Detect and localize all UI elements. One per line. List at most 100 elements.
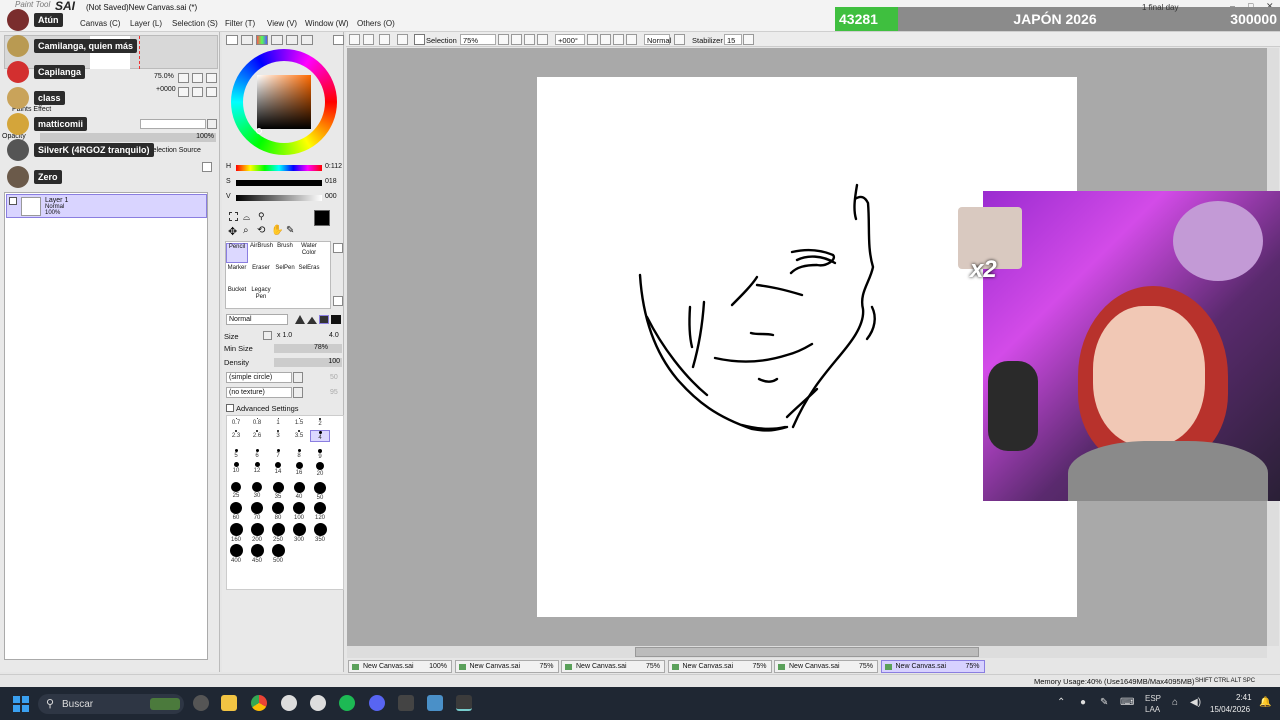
tool-eraser[interactable]: Eraser bbox=[250, 265, 272, 285]
input-language[interactable]: ESP bbox=[1145, 694, 1161, 703]
swatches-tab[interactable] bbox=[286, 35, 298, 45]
tool-grid-scroll-down[interactable] bbox=[333, 296, 343, 306]
color-mixer-tab[interactable] bbox=[271, 35, 283, 45]
brush-size-option[interactable]: 5 bbox=[226, 449, 246, 459]
color-sliders-tab[interactable] bbox=[241, 35, 253, 45]
brush-size-option[interactable]: 10 bbox=[226, 462, 246, 474]
navigator-rotate-right-button[interactable] bbox=[192, 87, 203, 97]
tool-water-color[interactable]: Water Color bbox=[298, 243, 320, 263]
tool-selpen[interactable]: SelPen bbox=[274, 265, 296, 285]
paint-tool-sai-icon[interactable] bbox=[456, 695, 472, 711]
menu-canvas[interactable]: Canvas (C) bbox=[80, 19, 120, 28]
hue-slider[interactable] bbox=[236, 165, 322, 171]
navigator-zoom-in-button[interactable] bbox=[192, 73, 203, 83]
brush-size-option[interactable]: 16 bbox=[289, 462, 309, 476]
clock-date[interactable]: 15/04/2026 bbox=[1210, 705, 1250, 714]
brush-size-option[interactable]: 40 bbox=[289, 482, 309, 500]
flip-button[interactable] bbox=[626, 34, 637, 45]
brush-size-option[interactable]: 500 bbox=[268, 544, 288, 564]
brush-size-option[interactable]: 250 bbox=[268, 523, 288, 543]
brush-edge-selected-icon[interactable] bbox=[319, 315, 329, 324]
size-multiplier-button[interactable] bbox=[263, 331, 272, 340]
brush-size-option[interactable]: 160 bbox=[226, 523, 246, 543]
density-slider[interactable]: 100 bbox=[274, 358, 342, 367]
pen-icon[interactable]: ✎ bbox=[1100, 697, 1108, 708]
menu-window[interactable]: Window (W) bbox=[305, 19, 349, 28]
menu-selection[interactable]: Selection (S) bbox=[172, 19, 218, 28]
document-tab[interactable]: New Canvas.sai 75% bbox=[774, 660, 878, 673]
horizontal-scroll-thumb[interactable] bbox=[635, 647, 979, 657]
invert-selection-button[interactable] bbox=[379, 34, 390, 45]
notification-icon[interactable]: 🔔 bbox=[1259, 697, 1271, 708]
eyedropper-icon[interactable]: ✎ bbox=[286, 225, 294, 236]
menu-view[interactable]: View (V) bbox=[267, 19, 297, 28]
brush-size-option[interactable]: 35 bbox=[268, 482, 288, 500]
value-slider[interactable] bbox=[236, 195, 322, 201]
min-size-slider[interactable]: 78% bbox=[274, 344, 342, 353]
brush-size-option[interactable]: 60 bbox=[226, 502, 246, 521]
navigator-rotate-left-button[interactable] bbox=[178, 87, 189, 97]
clock-time[interactable]: 2:41 bbox=[1236, 693, 1252, 702]
brush-size-option[interactable]: 0.8 bbox=[247, 418, 267, 426]
brush-size-option[interactable]: 14 bbox=[268, 462, 288, 475]
tool-airbrush[interactable]: AirBrush bbox=[250, 243, 273, 263]
tool-marker[interactable]: Marker bbox=[226, 265, 248, 285]
document-tab[interactable]: New Canvas.sai 75% bbox=[667, 660, 772, 673]
brush-size-option[interactable]: 2.6 bbox=[247, 430, 267, 439]
copilot-icon[interactable] bbox=[193, 695, 209, 711]
navigator-zoom-out-button[interactable] bbox=[178, 73, 189, 83]
brush-size-option[interactable]: 4 bbox=[310, 430, 330, 442]
layer-mode-select[interactable] bbox=[140, 119, 206, 129]
settings-icon[interactable] bbox=[281, 695, 297, 711]
brush-size-option[interactable]: 0.7 bbox=[226, 418, 246, 426]
brush-size-option[interactable]: 8 bbox=[289, 449, 309, 459]
advanced-settings-toggle[interactable] bbox=[226, 404, 234, 412]
color-wheel-tab[interactable] bbox=[226, 35, 238, 45]
stabilizer-dropdown-button[interactable] bbox=[743, 34, 754, 45]
deselect-button[interactable] bbox=[363, 34, 374, 45]
volume-icon[interactable]: ◀) bbox=[1190, 697, 1201, 708]
document-tab[interactable]: New Canvas.sai 75% bbox=[880, 660, 985, 673]
brush-size-option[interactable]: 350 bbox=[310, 523, 330, 543]
move-icon[interactable]: ✥ bbox=[228, 225, 237, 238]
primary-color-swatch[interactable] bbox=[314, 210, 330, 226]
windows-start-icon[interactable] bbox=[13, 696, 29, 712]
brush-size-option[interactable]: 1.5 bbox=[289, 418, 309, 426]
select-all-button[interactable] bbox=[349, 34, 360, 45]
rotation-field[interactable]: +000° bbox=[555, 34, 585, 45]
rect-select-icon[interactable] bbox=[229, 212, 238, 221]
tool-legacy-pen[interactable]: Legacy Pen bbox=[250, 287, 272, 307]
document-tab[interactable]: New Canvas.sai 75% bbox=[561, 660, 665, 673]
brush-blend-mode-select[interactable]: Normal bbox=[226, 314, 288, 325]
brush-texture-dropdown-button[interactable] bbox=[293, 387, 303, 398]
tool-grid-scroll-up[interactable] bbox=[333, 243, 343, 253]
magic-wand-icon[interactable]: ⚲ bbox=[258, 211, 265, 222]
navigator-flip-button[interactable] bbox=[206, 87, 217, 97]
spotify-icon[interactable] bbox=[339, 695, 355, 711]
document-tab[interactable]: New Canvas.sai 75% bbox=[454, 660, 559, 673]
brush-size-option[interactable]: 80 bbox=[268, 502, 288, 521]
brush-size-option[interactable]: 9 bbox=[310, 449, 330, 460]
zoom-in-button[interactable] bbox=[511, 34, 522, 45]
brush-size-option[interactable]: 30 bbox=[247, 482, 267, 499]
media-app-icon[interactable] bbox=[398, 695, 414, 711]
blend-mode-select[interactable]: Normal bbox=[644, 34, 671, 45]
chrome-icon[interactable] bbox=[251, 695, 267, 711]
tray-chevron-icon[interactable]: ⌃ bbox=[1057, 697, 1065, 708]
network-icon[interactable]: ⌂ bbox=[1172, 697, 1178, 708]
hand-icon[interactable]: ✋ bbox=[271, 225, 283, 236]
tool-brush[interactable]: Brush bbox=[274, 243, 296, 263]
zoom-reset-button[interactable] bbox=[524, 34, 535, 45]
obs-icon[interactable] bbox=[310, 695, 326, 711]
brush-size-option[interactable]: 2.3 bbox=[226, 430, 246, 439]
brush-size-option[interactable]: 1 bbox=[268, 418, 288, 426]
zoom-icon[interactable]: ⌕ bbox=[243, 225, 249, 236]
file-explorer-icon[interactable] bbox=[221, 695, 237, 711]
rotate-icon[interactable]: ⟲ bbox=[257, 225, 265, 236]
layer-item[interactable]: Layer 1 Normal 100% bbox=[6, 194, 207, 218]
menu-filter[interactable]: Filter (T) bbox=[225, 19, 255, 28]
brush-size-option[interactable]: 50 bbox=[310, 482, 330, 501]
brush-size-option[interactable]: 450 bbox=[247, 544, 267, 564]
navigator-reset-button[interactable] bbox=[206, 73, 217, 83]
selection-checkbox[interactable] bbox=[414, 34, 425, 45]
